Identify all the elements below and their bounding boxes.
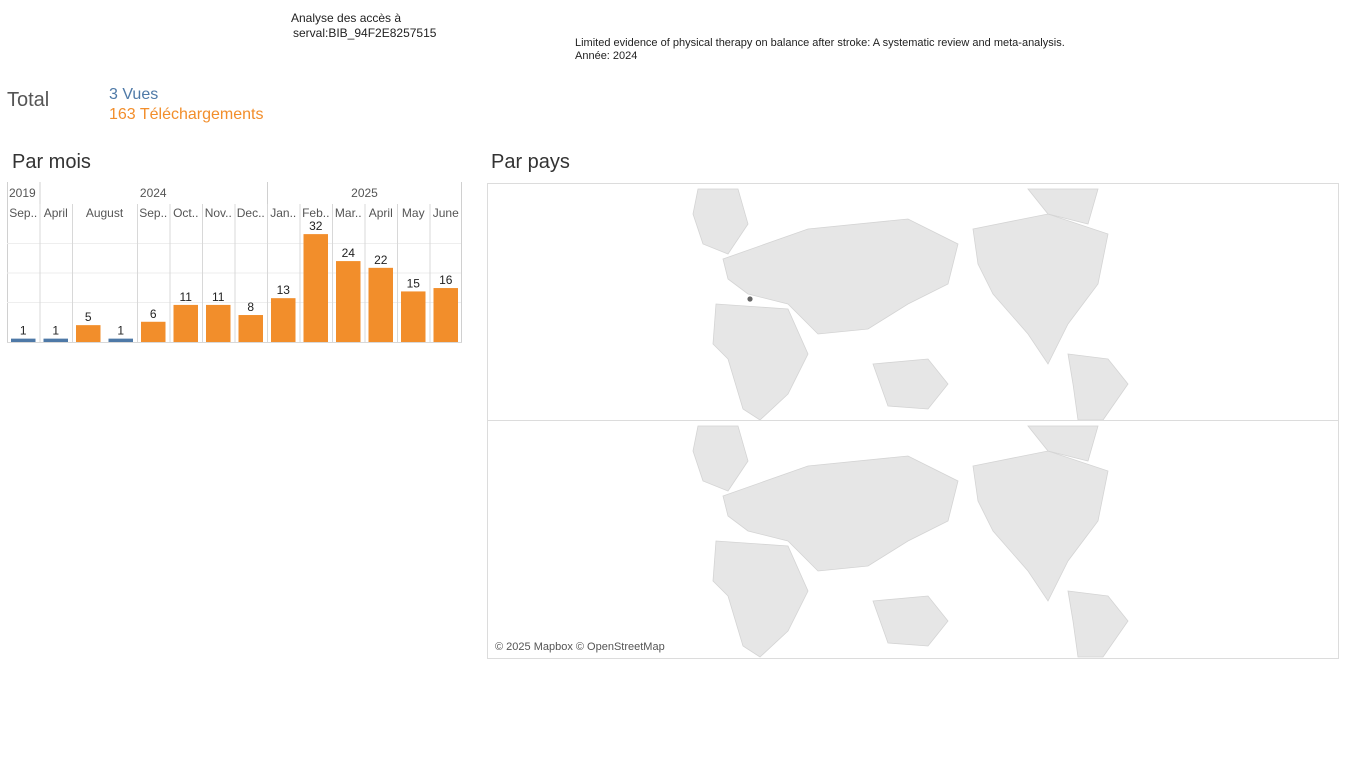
month-label: August bbox=[86, 206, 124, 220]
by-month-title: Par mois bbox=[12, 151, 91, 173]
map-attribution: © 2025 Mapbox © OpenStreetMap bbox=[495, 641, 665, 653]
month-label: April bbox=[44, 206, 68, 220]
month-label: Sep.. bbox=[9, 206, 37, 220]
report-title: Analyse des accès à serval:BIB_94F2E8257… bbox=[291, 11, 436, 41]
map-land bbox=[692, 425, 1129, 658]
bar-value-label: 5 bbox=[85, 310, 92, 324]
bar-value-label: 1 bbox=[117, 324, 124, 338]
bar-value-label: 1 bbox=[20, 324, 27, 338]
bar-value-label: 15 bbox=[407, 276, 421, 290]
landmass bbox=[692, 188, 749, 255]
bar-value-label: 11 bbox=[212, 290, 225, 304]
map-downloads[interactable] bbox=[487, 420, 1339, 659]
bar-downloads bbox=[173, 304, 198, 342]
month-label: Mar.. bbox=[335, 206, 362, 220]
total-downloads: 163 Téléchargements bbox=[109, 106, 264, 123]
publication-year: Année: 2024 bbox=[575, 50, 638, 62]
bar-value-label: 6 bbox=[150, 307, 157, 321]
bar-value-label: 1 bbox=[52, 324, 59, 338]
landmass bbox=[712, 540, 809, 658]
bar-downloads bbox=[206, 304, 231, 342]
bar-value-label: 24 bbox=[342, 246, 356, 260]
report-title-line1: Analyse des accès à bbox=[291, 11, 402, 25]
landmass bbox=[872, 595, 949, 647]
bar-value-label: 11 bbox=[180, 290, 193, 304]
bar-downloads bbox=[271, 298, 296, 342]
landmass bbox=[972, 450, 1109, 602]
month-label: Oct.. bbox=[173, 206, 198, 220]
bar-value-label: 32 bbox=[309, 219, 323, 233]
total-views: 3 Vues bbox=[109, 86, 159, 103]
month-label: June bbox=[433, 206, 459, 220]
year-label: 2024 bbox=[140, 186, 167, 200]
bar-downloads bbox=[141, 321, 166, 342]
month-label: Sep.. bbox=[139, 206, 167, 220]
bar-downloads bbox=[76, 325, 101, 342]
month-label: May bbox=[402, 206, 425, 220]
bar-value-label: 13 bbox=[277, 283, 291, 297]
total-label: Total bbox=[7, 89, 50, 111]
month-label: Dec.. bbox=[237, 206, 265, 220]
month-label: Feb.. bbox=[302, 206, 329, 220]
year-label: 2025 bbox=[351, 186, 378, 200]
bar-views bbox=[43, 338, 68, 342]
bar-value-label: 16 bbox=[439, 273, 453, 287]
world-map-views bbox=[692, 188, 1129, 420]
map-land bbox=[692, 188, 1129, 420]
bar-value-label: 22 bbox=[374, 253, 388, 267]
bar-views bbox=[11, 338, 36, 342]
landmass bbox=[712, 303, 809, 420]
landmass bbox=[972, 213, 1109, 365]
bar-value-label: 8 bbox=[247, 300, 254, 314]
highlighted-country[interactable] bbox=[747, 296, 753, 302]
world-map-downloads bbox=[692, 425, 1129, 658]
monthly-bar-chart: 2019 2024 2025 Sep.. April August Sep.. Oct.. No… bbox=[7, 182, 462, 343]
bar-views bbox=[108, 338, 133, 342]
landmass bbox=[872, 358, 949, 410]
by-country-title: Par pays bbox=[491, 151, 570, 173]
landmass bbox=[1067, 353, 1129, 420]
publication-title: Limited evidence of physical therapy on … bbox=[575, 37, 1065, 49]
landmass bbox=[692, 425, 749, 492]
bar-downloads bbox=[336, 261, 361, 342]
year-label: 2019 bbox=[9, 186, 36, 200]
bar-downloads bbox=[238, 315, 263, 342]
landmass bbox=[1067, 590, 1129, 658]
publication-info: Limited evidence of physical therapy on … bbox=[575, 37, 1065, 63]
bar-downloads bbox=[303, 234, 328, 342]
bar-downloads bbox=[401, 291, 426, 342]
month-label: April bbox=[369, 206, 393, 220]
month-label: Jan.. bbox=[270, 206, 296, 220]
month-label: Nov.. bbox=[205, 206, 232, 220]
report-title-line2: serval:BIB_94F2E8257515 bbox=[293, 26, 437, 40]
bar-downloads bbox=[433, 288, 458, 342]
map-views[interactable] bbox=[487, 183, 1339, 421]
bar-downloads bbox=[368, 267, 393, 342]
